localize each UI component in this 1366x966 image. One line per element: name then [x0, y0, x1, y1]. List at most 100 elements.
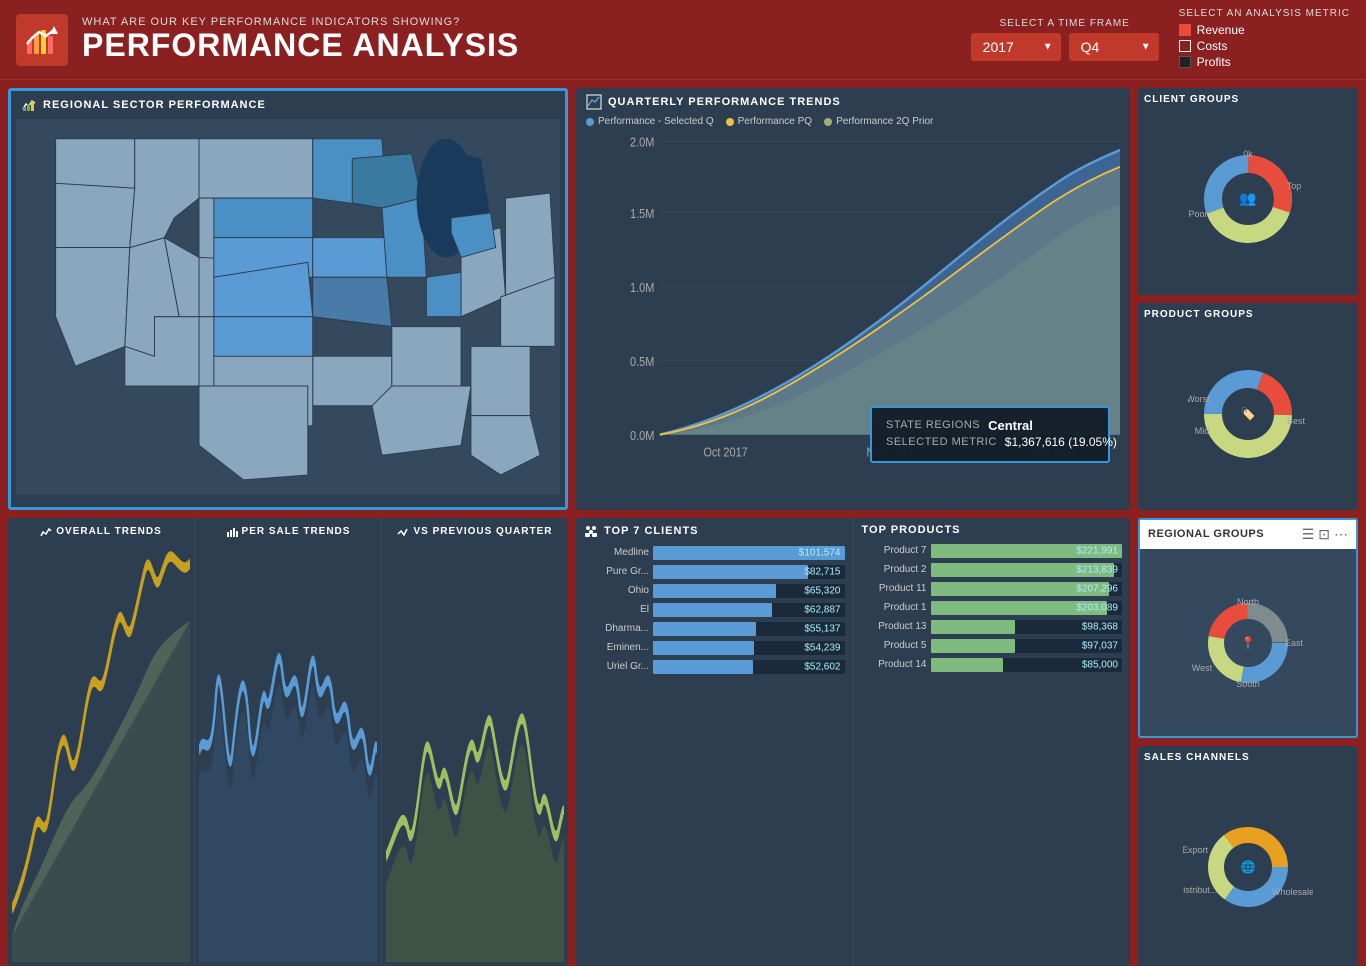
header: WHAT ARE OUR KEY PERFORMANCE INDICATORS … — [0, 0, 1366, 80]
product-value-5: $97,037 — [1082, 640, 1118, 651]
product-label-3: Product 1 — [862, 602, 927, 613]
sales-channels-panel: SALES CHANNELS 🌐 Export Distribut... Who… — [1138, 746, 1358, 966]
panel-menu-icon[interactable]: ☰ — [1302, 526, 1315, 543]
sales-channels-title: SALES CHANNELS — [1138, 746, 1358, 763]
clients-title: TOP 7 CLIENTS — [604, 525, 699, 537]
svg-text:Worst: Worst — [1188, 394, 1210, 404]
product-label-1: Product 2 — [862, 564, 927, 575]
profits-checkbox[interactable] — [1179, 56, 1191, 68]
bottom-right-col: REGIONAL GROUPS ☰ ⊡ ⋯ 📍 — [1138, 518, 1358, 966]
client-donut-svg: 👥 0k Top Poor — [1188, 149, 1308, 244]
svg-text:📍: 📍 — [1241, 636, 1256, 650]
map-panel: REGIONAL SECTOR PERFORMANCE — [8, 88, 568, 510]
map-icon — [21, 97, 37, 113]
product-bar-5: Product 5 $97,037 — [862, 639, 1123, 653]
client-label-3: El — [584, 604, 649, 615]
chart-tooltip: STATE REGIONS Central SELECTED METRIC $1… — [870, 406, 1110, 463]
product-fill-6 — [931, 658, 1004, 672]
trends-icon — [586, 94, 602, 110]
client-label-2: Ohio — [584, 585, 649, 596]
panel-expand-icon[interactable]: ⊡ — [1318, 526, 1330, 543]
tooltip-state-key: STATE REGIONS — [886, 419, 980, 431]
svg-text:East: East — [1285, 638, 1304, 648]
year-dropdown[interactable]: 2017 2016 — [971, 33, 1061, 61]
svg-text:Wholesale: Wholesale — [1272, 887, 1313, 897]
product-track-6: $85,000 — [931, 658, 1123, 672]
legend-dot-2q — [824, 118, 832, 126]
legend-2q-prior: Performance 2Q Prior — [824, 116, 933, 127]
quarter-dropdown[interactable]: Q4 Q3 Q2 Q1 — [1069, 33, 1159, 61]
products-header: TOP PRODUCTS — [862, 524, 1123, 536]
product-value-4: $98,368 — [1082, 621, 1118, 632]
overall-trends-icon — [40, 526, 52, 538]
row2: OVERALL TRENDS PER SALE TR — [8, 518, 1358, 966]
client-track-6: $52,602 — [653, 660, 845, 674]
svg-text:Oct 2017: Oct 2017 — [703, 445, 747, 460]
product-bar-3: Product 1 $203,089 — [862, 601, 1123, 615]
product-value-0: $221,991 — [1076, 545, 1118, 556]
svg-text:1.5M: 1.5M — [630, 206, 654, 221]
product-track-3: $203,089 — [931, 601, 1123, 615]
product-label-6: Product 14 — [862, 659, 927, 670]
svg-text:South: South — [1236, 679, 1260, 689]
chart-area: 2.0M 1.5M 1.0M 0.5M 0.0M — [576, 131, 1130, 493]
client-value-0: $101,574 — [799, 547, 841, 558]
clients-section: TOP 7 CLIENTS Medline $101,574 Pure Gr..… — [576, 518, 854, 966]
client-groups-title: CLIENT GROUPS — [1144, 94, 1352, 105]
client-track-5: $54,239 — [653, 641, 845, 655]
regional-donut-container: 📍 North East South West — [1140, 549, 1356, 733]
svg-text:Export: Export — [1183, 845, 1209, 855]
client-track-0: $101,574 — [653, 546, 845, 560]
client-value-6: $52,602 — [804, 661, 840, 672]
product-fill-5 — [931, 639, 1015, 653]
client-fill-3 — [653, 603, 772, 617]
svg-text:0k: 0k — [1243, 149, 1253, 159]
metric-profits[interactable]: Profits — [1179, 55, 1231, 69]
header-title: PERFORMANCE ANALYSIS — [82, 28, 971, 63]
per-sale-icon — [226, 526, 238, 538]
legend-pq: Performance PQ — [726, 116, 812, 127]
tooltip-metric-key: SELECTED METRIC — [886, 436, 997, 448]
costs-checkbox[interactable] — [1179, 40, 1191, 52]
product-value-3: $203,089 — [1076, 602, 1118, 613]
client-fill-6 — [653, 660, 753, 674]
revenue-checkbox[interactable] — [1179, 24, 1191, 36]
client-track-2: $65,320 — [653, 584, 845, 598]
client-bar-5: Eminen... $54,239 — [584, 641, 845, 655]
client-value-1: $82,715 — [804, 566, 840, 577]
us-map-svg — [11, 119, 565, 495]
quarter-dropdown-wrapper[interactable]: Q4 Q3 Q2 Q1 — [1069, 33, 1159, 61]
analysis-metric-label: SELECT AN ANALYSIS METRIC — [1179, 8, 1350, 19]
costs-label: Costs — [1197, 39, 1228, 53]
metric-options: Revenue Costs Profits — [1179, 23, 1245, 71]
product-value-2: $207,296 — [1076, 583, 1118, 594]
overall-trends-chart — [12, 542, 190, 962]
product-value-1: $213,839 — [1076, 564, 1118, 575]
product-track-5: $97,037 — [931, 639, 1123, 653]
product-bar-1: Product 2 $213,839 — [862, 563, 1123, 577]
overall-trends-section: OVERALL TRENDS — [8, 518, 195, 966]
regional-donut-svg: 📍 North East South West — [1188, 591, 1308, 691]
panel-more-icon[interactable]: ⋯ — [1334, 526, 1348, 543]
client-groups-panel: CLIENT GROUPS 👥 0k Top Poor — [1138, 88, 1358, 295]
product-donut-container: 🏷️ Worst Mid Best — [1144, 324, 1352, 499]
trends-title-bar: QUARTERLY PERFORMANCE TRENDS — [576, 88, 1130, 116]
year-dropdown-wrapper[interactable]: 2017 2016 — [971, 33, 1061, 61]
svg-text:0.5M: 0.5M — [630, 354, 654, 369]
regional-panel-controls[interactable]: ☰ ⊡ ⋯ — [1302, 526, 1348, 543]
product-groups-panel: PRODUCT GROUPS 🏷️ Worst Mid Best — [1138, 303, 1358, 510]
legend-label-selected: Performance - Selected Q — [598, 116, 714, 127]
svg-text:Distribut...: Distribut... — [1183, 885, 1217, 895]
performance-icon — [24, 22, 60, 58]
svg-text:Poor: Poor — [1188, 209, 1207, 219]
trends-panel-title: QUARTERLY PERFORMANCE TRENDS — [608, 96, 841, 108]
map-container[interactable] — [11, 119, 565, 495]
per-sale-chart — [199, 542, 377, 962]
trends-legend: Performance - Selected Q Performance PQ … — [576, 116, 1130, 131]
client-label-0: Medline — [584, 547, 649, 558]
product-groups-title: PRODUCT GROUPS — [1144, 309, 1352, 320]
metric-revenue[interactable]: Revenue — [1179, 23, 1245, 37]
svg-text:Mid: Mid — [1195, 426, 1210, 436]
metric-costs[interactable]: Costs — [1179, 39, 1228, 53]
per-sale-trends-section: PER SALE TRENDS — [195, 518, 382, 966]
